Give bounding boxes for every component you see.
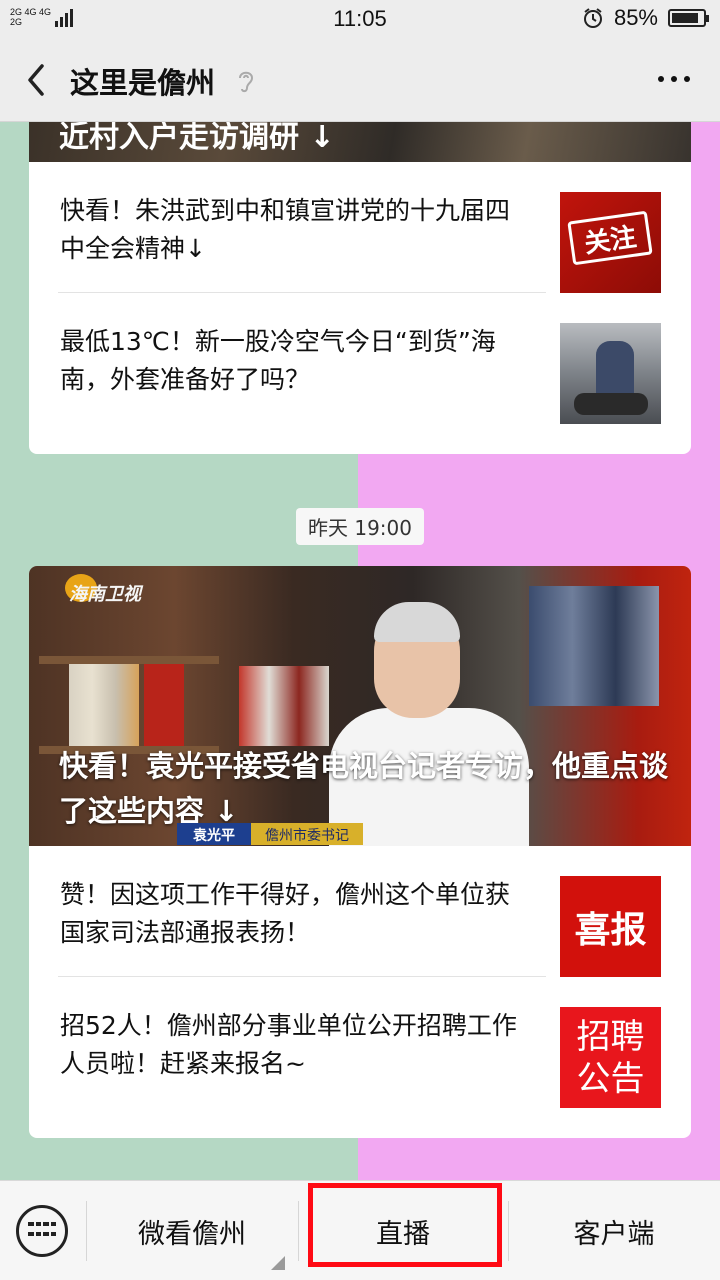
article-title: 招52人！儋州部分事业单位公开招聘工作人员啦！赶紧来报名~ xyxy=(60,1011,517,1078)
wechat-official-account-screen: 2G 4G 4G 2G 11:05 85% 这里是儋州 近村入户走访调研 ↓ 快… xyxy=(0,0,720,1280)
submenu-indicator-icon xyxy=(271,1256,285,1270)
article-thumbnail xyxy=(560,323,661,424)
cover-caption: 快看！袁光平接受省电视台记者专访，他重点谈了这些内容 ↓ xyxy=(59,749,669,828)
status-bar: 2G 4G 4G 2G 11:05 85% xyxy=(0,0,720,38)
ear-icon xyxy=(239,71,254,93)
cover-image[interactable]: 近村入户走访调研 ↓ xyxy=(29,122,691,162)
nav-bar: 这里是儋州 xyxy=(0,38,720,122)
back-arrow-icon[interactable] xyxy=(22,62,52,98)
keyboard-toggle-button[interactable] xyxy=(16,1205,68,1257)
article-item[interactable]: 快看！朱洪武到中和镇宣讲党的十九届四中全会精神↓ 关注 xyxy=(29,162,691,293)
page-title: 这里是儋州 xyxy=(70,66,216,100)
thumbnail-text: 喜报 xyxy=(574,908,647,951)
cover-caption: 近村入户走访调研 ↓ xyxy=(59,122,335,155)
battery-icon xyxy=(668,9,709,27)
battery-percent: 85% xyxy=(613,5,658,30)
article-title: 最低13℃！新一股冷空气今日“到货”海南，外套准备好了吗？ xyxy=(60,327,496,394)
article-thumbnail: 招聘 公告 xyxy=(560,1007,661,1108)
menu-item-client[interactable]: 客户端 xyxy=(508,1181,720,1280)
alarm-icon xyxy=(583,8,602,28)
article-card: 近村入户走访调研 ↓ 快看！朱洪武到中和镇宣讲党的十九届四中全会精神↓ 关注 最… xyxy=(29,122,691,454)
highlight-box xyxy=(308,1183,502,1267)
name-caption: 袁光平 儋州市委书记 xyxy=(177,823,363,845)
cover-image[interactable]: 海南卫视 快看！袁光平接受省电视台记者专访，他重点谈了这些内容 ↓ 袁光平 儋州… xyxy=(29,566,691,846)
thumbnail-text: 关注 xyxy=(567,210,653,266)
keyboard-icon xyxy=(28,1222,56,1240)
article-title: 赞！因这项工作干得好，儋州这个单位获国家司法部通报表扬！ xyxy=(60,880,511,947)
more-options-button[interactable] xyxy=(658,76,690,82)
article-item[interactable]: 赞！因这项工作干得好，儋州这个单位获国家司法部通报表扬！ 喜报 xyxy=(29,846,691,977)
tv-logo-text: 海南卫视 xyxy=(69,584,141,605)
message-timestamp: 昨天 19:00 xyxy=(0,508,720,545)
article-thumbnail: 关注 xyxy=(560,192,661,293)
message-list[interactable]: 近村入户走访调研 ↓ 快看！朱洪武到中和镇宣讲党的十九届四中全会精神↓ 关注 最… xyxy=(0,122,720,1180)
article-item[interactable]: 招52人！儋州部分事业单位公开招聘工作人员啦！赶紧来报名~ 招聘 公告 xyxy=(29,977,691,1108)
article-thumbnail: 喜报 xyxy=(560,876,661,977)
thumbnail-text-line1: 招聘 xyxy=(576,1016,645,1057)
thumbnail-text-line2: 公告 xyxy=(576,1058,645,1099)
article-card: 海南卫视 快看！袁光平接受省电视台记者专访，他重点谈了这些内容 ↓ 袁光平 儋州… xyxy=(29,566,691,1138)
menu-item-weikan-danzhou[interactable]: 微看儋州 xyxy=(86,1181,298,1280)
article-item[interactable]: 最低13℃！新一股冷空气今日“到货”海南，外套准备好了吗？ xyxy=(29,293,691,424)
article-title: 快看！朱洪武到中和镇宣讲党的十九届四中全会精神↓ xyxy=(60,196,511,263)
